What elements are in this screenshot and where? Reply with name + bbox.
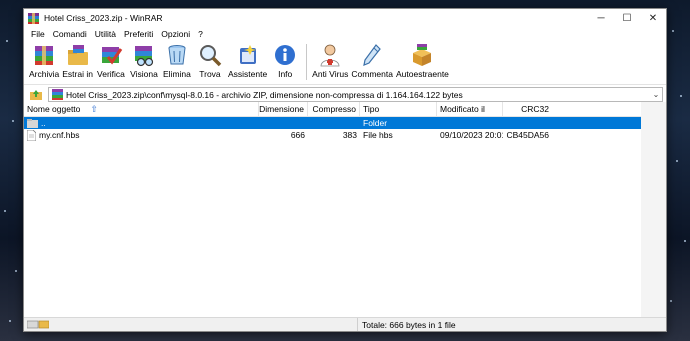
test-label: Verifica [97, 69, 125, 79]
comment-label: Commenta [351, 69, 393, 79]
up-folder-button[interactable] [27, 88, 45, 102]
row-size: 666 [290, 130, 305, 140]
archive-label: Archivia [29, 69, 60, 79]
col-type-label: Tipo [363, 104, 380, 114]
path-text: Hotel Criss_2023.zip\conf\mysql-8.0.16 -… [66, 89, 463, 100]
view-glasses-icon [131, 42, 157, 68]
col-name-label: Nome oggetto [27, 104, 81, 114]
extract-button[interactable]: Estrai in [62, 42, 93, 79]
winrar-app-icon [28, 12, 39, 24]
find-button[interactable]: Trova [195, 42, 225, 79]
close-button[interactable]: ✕ [640, 9, 666, 27]
test-button[interactable]: Verifica [96, 42, 126, 79]
chevron-down-icon[interactable]: ⌄ [650, 90, 662, 99]
trash-bin-icon [164, 42, 190, 68]
info-button[interactable]: Info [270, 42, 300, 79]
sfx-box-icon [409, 42, 435, 68]
wizard-button[interactable]: Assistente [228, 42, 267, 79]
col-header-type[interactable]: Tipo [360, 102, 437, 116]
menu-opzioni[interactable]: Opzioni [157, 29, 194, 39]
col-header-size[interactable]: Dimensione [259, 102, 308, 116]
row-type: Folder [363, 118, 388, 128]
row-name: my.cnf.hbs [39, 130, 80, 140]
table-row[interactable]: .. Folder [24, 117, 641, 129]
archive-books-icon [31, 42, 57, 68]
sort-ascending-icon: ⇧ [90, 103, 98, 114]
col-modified-label: Modificato il [440, 104, 485, 114]
menu-utilita[interactable]: Utilità [91, 29, 120, 39]
info-label: Info [278, 69, 293, 79]
toolbar-separator [306, 44, 308, 80]
folder-up-arrow-icon [30, 89, 42, 100]
title-bar[interactable]: Hotel Criss_2023.zip - WinRAR ─ ☐ ✕ [24, 9, 666, 27]
delete-button[interactable]: Elimina [162, 42, 192, 79]
wizard-label: Assistente [227, 69, 268, 79]
sfx-label: Autoestraente [395, 69, 449, 79]
view-button[interactable]: Visiona [129, 42, 159, 79]
folder-icon [27, 118, 38, 128]
sfx-button[interactable]: Autoestraente [396, 42, 449, 79]
maximize-button[interactable]: ☐ [614, 9, 640, 27]
row-compressed: 383 [342, 130, 357, 140]
magnifier-icon [197, 42, 223, 68]
row-modified: 09/10/2023 20:01 [440, 130, 503, 140]
empty-pane [641, 102, 666, 318]
winrar-window: Hotel Criss_2023.zip - WinRAR ─ ☐ ✕ File… [23, 8, 667, 332]
comment-pen-icon [359, 42, 385, 68]
info-icon [272, 42, 298, 68]
col-size-label: Dimensione [259, 104, 304, 114]
delete-label: Elimina [163, 69, 191, 79]
menu-preferiti[interactable]: Preferiti [120, 29, 157, 39]
status-bar: Totale: 666 bytes in 1 file [24, 317, 666, 331]
table-row[interactable]: my.cnf.hbs 666 383 File hbs 09/10/2023 2… [24, 129, 641, 141]
row-crc: CB45DA56 [506, 130, 549, 140]
extract-label: Estrai in [62, 69, 93, 79]
col-crc-label: CRC32 [521, 104, 549, 114]
find-label: Trova [199, 69, 221, 79]
path-combobox[interactable]: Hotel Criss_2023.zip\conf\mysql-8.0.16 -… [48, 87, 663, 102]
col-compressed-label: Compresso [312, 104, 356, 114]
column-headers: Nome oggetto ⇧ Dimensione Compresso Tipo… [24, 102, 641, 117]
col-header-modified[interactable]: Modificato il [437, 102, 503, 116]
minimize-button[interactable]: ─ [588, 9, 614, 27]
row-name-cell: my.cnf.hbs [24, 129, 259, 141]
antivirus-button[interactable]: Anti Virus [312, 42, 348, 79]
menu-help[interactable]: ? [194, 29, 207, 39]
col-header-name[interactable]: Nome oggetto ⇧ [24, 102, 259, 116]
status-total: Totale: 666 bytes in 1 file [357, 318, 666, 331]
file-list[interactable]: Nome oggetto ⇧ Dimensione Compresso Tipo… [24, 102, 641, 318]
antivirus-doctor-icon [317, 42, 343, 68]
row-type: File hbs [363, 130, 393, 140]
status-left [24, 320, 357, 329]
zip-archive-icon [52, 89, 63, 100]
wizard-icon [235, 42, 261, 68]
view-label: Visiona [130, 69, 158, 79]
col-header-compressed[interactable]: Compresso [308, 102, 360, 116]
file-icon [27, 129, 36, 141]
window-title: Hotel Criss_2023.zip - WinRAR [44, 13, 163, 23]
menu-file[interactable]: File [27, 29, 49, 39]
archive-button[interactable]: Archivia [29, 42, 59, 79]
menu-comandi[interactable]: Comandi [49, 29, 91, 39]
menu-bar: File Comandi Utilità Preferiti Opzioni ? [24, 27, 666, 40]
col-header-crc[interactable]: CRC32 [503, 102, 552, 116]
file-area: Nome oggetto ⇧ Dimensione Compresso Tipo… [24, 102, 666, 318]
row-name-cell: .. [24, 118, 259, 128]
test-checkmark-icon [98, 42, 124, 68]
antivirus-label: Anti Virus [312, 69, 349, 79]
extract-folder-icon [65, 42, 91, 68]
row-name: .. [41, 118, 46, 128]
comment-button[interactable]: Commenta [351, 42, 393, 79]
drive-icon[interactable] [27, 320, 49, 329]
toolbar: Archivia Estrai in Verifica Visiona Elim… [24, 40, 666, 85]
